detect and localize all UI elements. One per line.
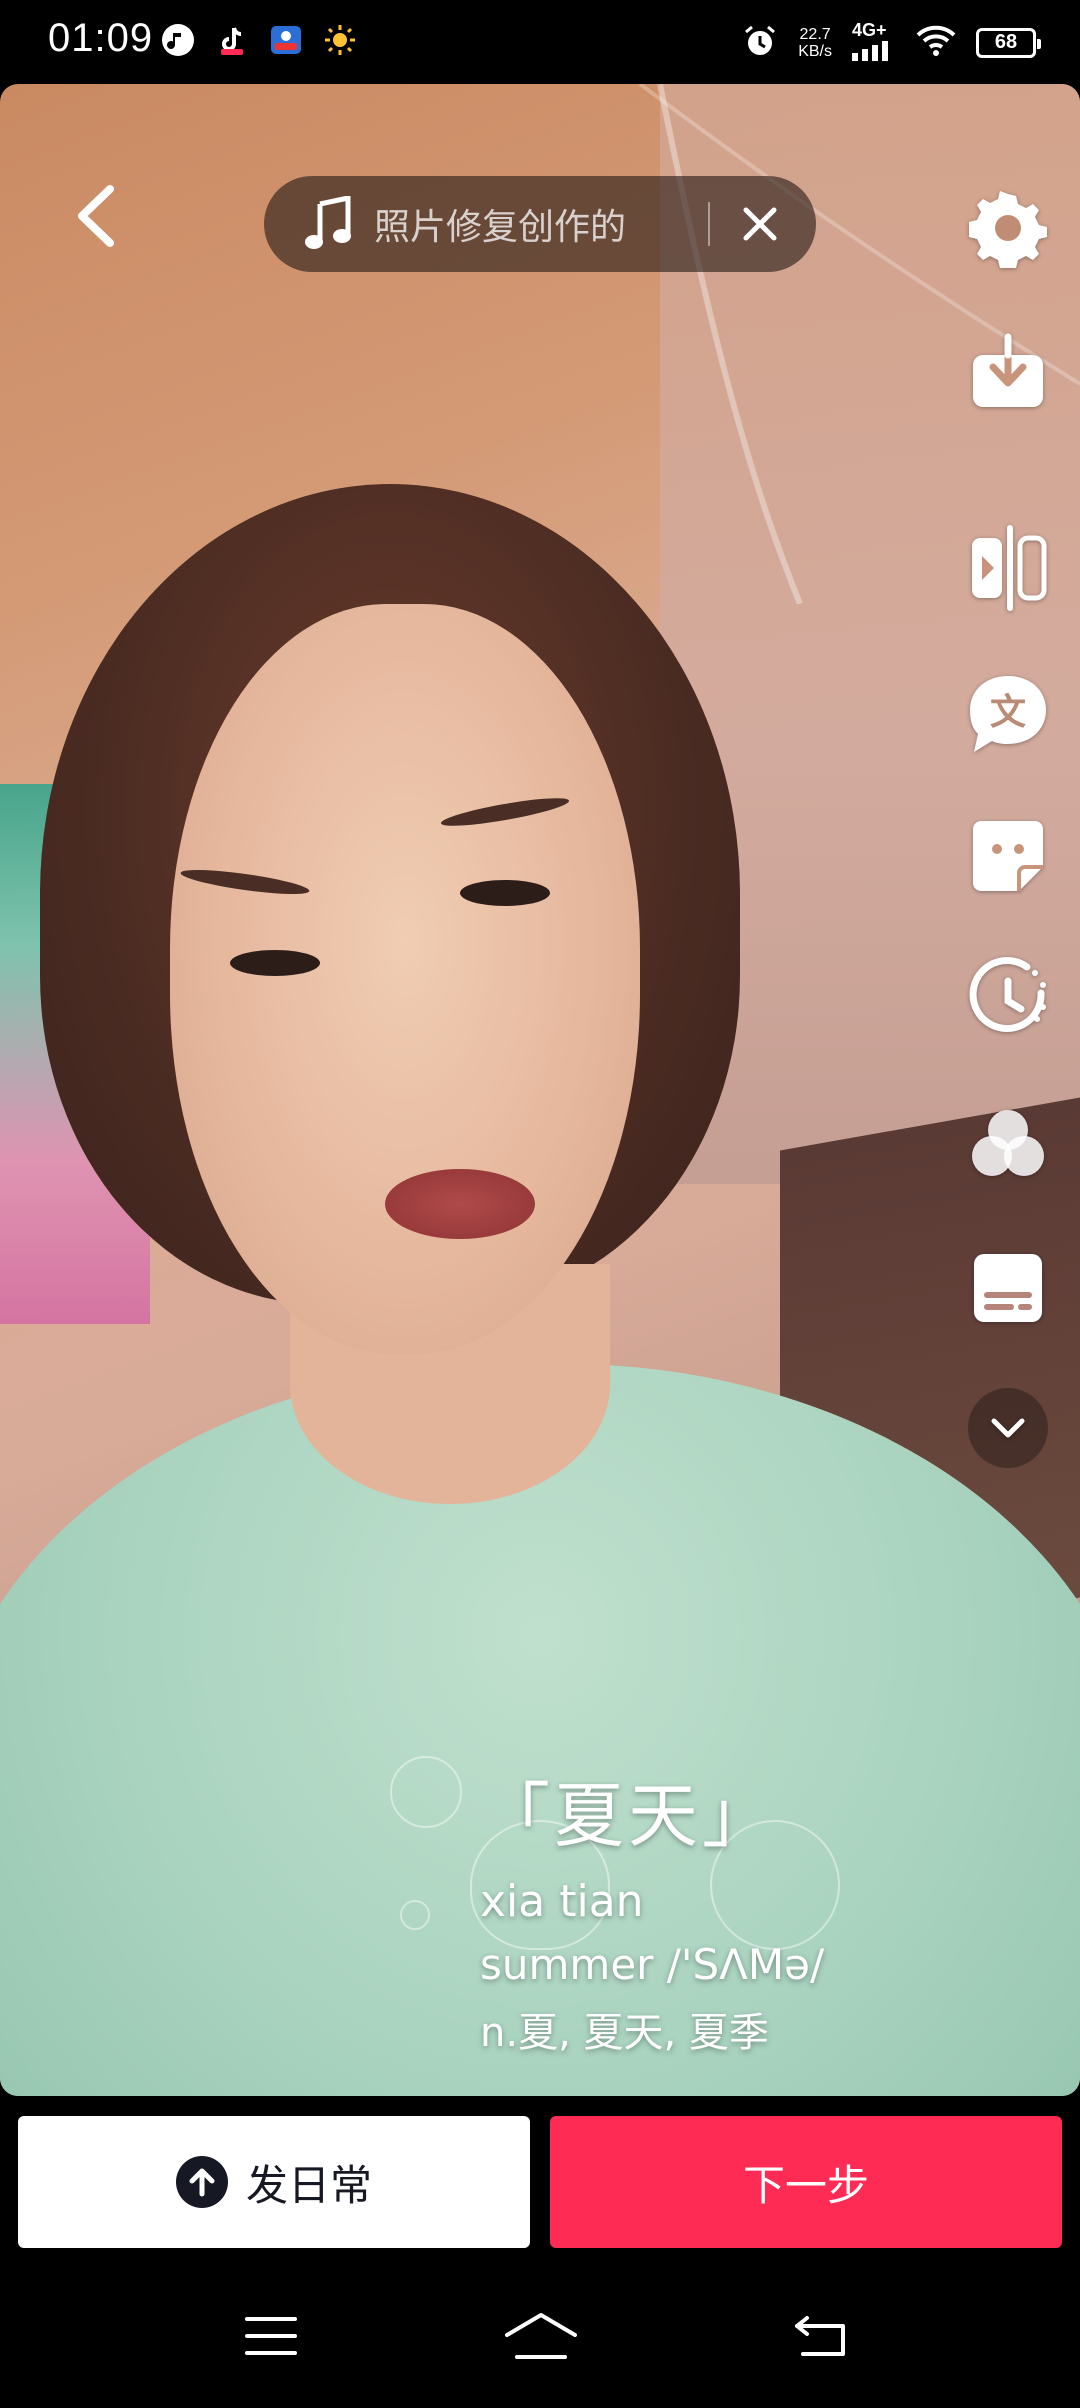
- bottom-actions: 发日常 下一步: [0, 2116, 1080, 2250]
- music-selector[interactable]: 照片修复创作的: [264, 176, 816, 272]
- status-bar: 01:09 22.7 KB/s 4G+ 68: [0, 0, 1080, 84]
- subtitle-button[interactable]: [964, 1244, 1052, 1332]
- more-tools-button[interactable]: [968, 1388, 1048, 1468]
- sticker-meaning: n.夏, 夏天, 夏季: [480, 2010, 769, 2056]
- tiktok-icon: [214, 22, 250, 58]
- timer-button[interactable]: [964, 954, 1052, 1042]
- post-daily-button[interactable]: 发日常: [18, 2116, 530, 2248]
- timer-icon: [969, 957, 1046, 1032]
- flip-icon: [972, 525, 1047, 611]
- download-icon: [973, 333, 1043, 407]
- sticker-english: summer /'SΛMə/: [480, 1940, 825, 1989]
- camera-app-icon: [268, 22, 304, 58]
- menu-icon: [245, 2317, 297, 2355]
- sticker-bubble: [390, 1756, 462, 1828]
- back-button[interactable]: [60, 180, 132, 252]
- filter-button[interactable]: [964, 1100, 1052, 1188]
- music-note-icon: [305, 196, 351, 249]
- subject-face: [170, 604, 640, 1354]
- back-arrow-icon: [78, 185, 114, 247]
- flip-button[interactable]: [964, 524, 1052, 612]
- subject-lips: [385, 1169, 535, 1239]
- network-type: 4G+: [852, 20, 887, 40]
- expand-more-icon: [991, 1418, 1025, 1438]
- subject-eye-right: [460, 880, 550, 906]
- text-icon: 文: [970, 676, 1046, 752]
- network-speed-unit: KB/s: [798, 42, 832, 60]
- signal-bars-icon: [852, 41, 896, 65]
- battery-indicator: 68: [976, 27, 1041, 58]
- sticker-title: 「夏天」: [480, 1775, 776, 1857]
- pill-divider: [708, 202, 710, 246]
- filter-icon: [972, 1110, 1044, 1176]
- subject-eye-left: [230, 950, 320, 976]
- back-return-icon: [795, 2316, 845, 2356]
- subtitle-icon: [974, 1254, 1042, 1322]
- cellular-signal: 4G+: [852, 20, 896, 65]
- wifi-icon: [916, 25, 956, 61]
- sticker-button[interactable]: [964, 812, 1052, 900]
- alarm-icon: [742, 23, 778, 63]
- upload-arrow-icon: [175, 2156, 228, 2208]
- svg-text:文: 文: [990, 692, 1026, 733]
- system-nav-bar: [0, 2260, 1080, 2408]
- next-step-button[interactable]: 下一步: [550, 2116, 1062, 2248]
- status-app-icons: [160, 22, 358, 58]
- text-button[interactable]: 文: [964, 670, 1052, 758]
- sticker-bubble: [400, 1900, 430, 1930]
- music-app-icon: [160, 22, 196, 58]
- nav-back-button[interactable]: [778, 2306, 868, 2366]
- home-icon: [505, 2313, 577, 2359]
- status-time: 01:09: [48, 16, 154, 60]
- network-speed: 22.7 KB/s: [798, 26, 832, 60]
- word-sticker[interactable]: 「夏天」 xia tian summer /'SΛMə/ n.夏, 夏天, 夏季: [390, 1756, 880, 2100]
- download-button[interactable]: [964, 328, 1052, 416]
- nav-menu-button[interactable]: [226, 2306, 316, 2366]
- close-icon: [743, 207, 777, 241]
- network-speed-value: 22.7: [799, 25, 831, 43]
- sticker-pinyin: xia tian: [480, 1876, 644, 1927]
- weather-sun-icon: [322, 22, 358, 58]
- music-title: 照片修复创作的: [374, 207, 627, 248]
- sticker-icon: [973, 821, 1043, 891]
- settings-icon: [969, 191, 1047, 268]
- settings-button[interactable]: [964, 184, 1052, 272]
- post-daily-label: 发日常: [245, 2160, 372, 2210]
- nav-home-button[interactable]: [496, 2306, 586, 2366]
- remove-music-button[interactable]: [740, 204, 780, 244]
- status-indicators: 22.7 KB/s 4G+ 68: [742, 20, 1041, 65]
